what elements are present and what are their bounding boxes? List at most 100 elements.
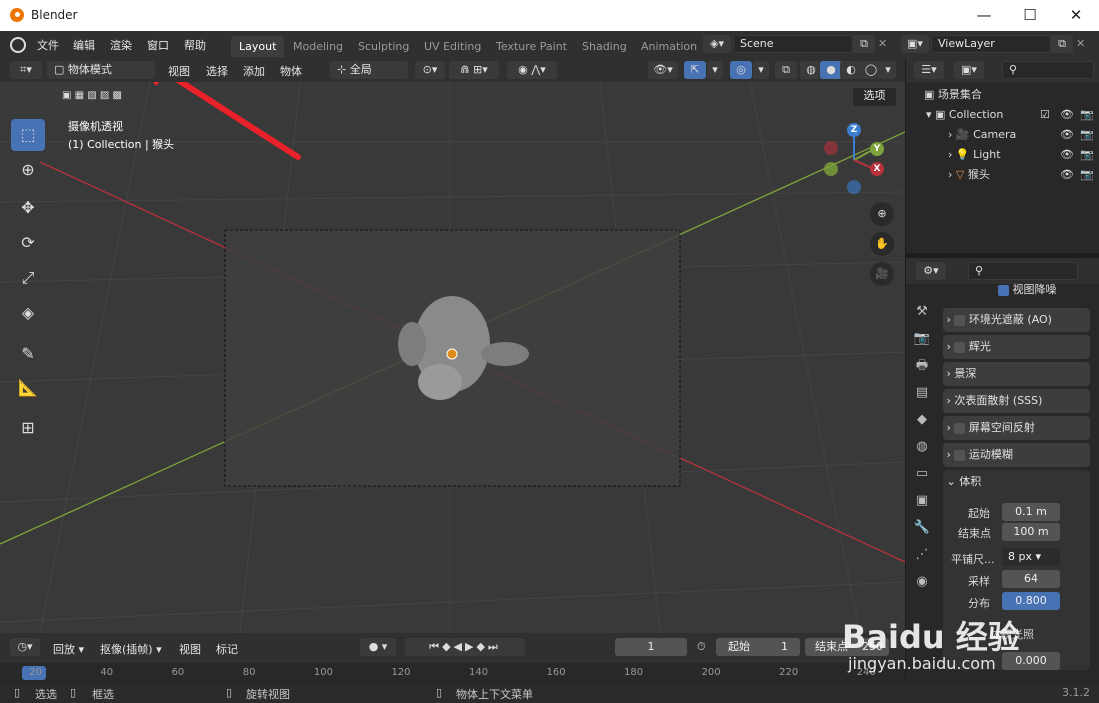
outliner-search-input[interactable]: ⚲	[1002, 61, 1094, 79]
visibility-icon[interactable]: 👁▾	[648, 61, 678, 79]
denoise-checkbox[interactable]: 视图降噪	[998, 281, 1057, 297]
select-box-tool[interactable]: ⬚	[11, 119, 45, 151]
outliner-item-light[interactable]: › 💡 Light 👁 📷	[948, 145, 1099, 165]
rendered-shading-icon[interactable]: ◯	[860, 61, 882, 79]
transform-tool[interactable]: ◈	[11, 297, 45, 329]
maximize-button[interactable]: ☐	[1007, 0, 1053, 31]
blender-menu-icon[interactable]	[10, 37, 26, 53]
mode-dropdown[interactable]: ▢ 物体模式	[47, 61, 155, 79]
gizmo-dropdown-icon[interactable]: ▾	[707, 61, 723, 79]
start-field[interactable]: 0.1 m	[1002, 503, 1060, 521]
scene-type-icon[interactable]: ◈▾	[703, 35, 731, 53]
tab-uv-editing[interactable]: UV Editing	[416, 36, 489, 57]
viewlayer-name-field[interactable]: ViewLayer	[931, 35, 1051, 53]
camera-view-icon[interactable]: 🎥	[870, 262, 894, 286]
shading-dropdown-icon[interactable]: ▾	[880, 61, 896, 79]
world-tab-icon[interactable]: ◍	[910, 433, 934, 460]
annotate-tool[interactable]: ✎	[11, 338, 45, 370]
eye-icon[interactable]: 👁	[1060, 145, 1074, 165]
overlay-toggle-icon[interactable]: ◎	[730, 61, 752, 79]
gizmo-toggle-icon[interactable]: ⇱	[684, 61, 706, 79]
camera-render-icon[interactable]: 📷	[1080, 125, 1094, 145]
panel-dof[interactable]: › 景深	[943, 362, 1090, 386]
new-scene-icon[interactable]: ⧉	[853, 35, 875, 53]
pivot-icon[interactable]: ⊙▾	[415, 61, 445, 79]
rotate-tool[interactable]: ⟳	[11, 227, 45, 259]
camera-render-icon[interactable]: 📷	[1080, 145, 1094, 165]
volumetrics-header[interactable]: ⌄ 体积	[943, 470, 1090, 494]
current-frame-field[interactable]: 1	[615, 638, 687, 656]
viewlayer-type-icon[interactable]: ▣▾	[901, 35, 929, 53]
particles-tab-icon[interactable]: ⋰	[910, 541, 934, 568]
header-menu-select[interactable]: 选择	[206, 63, 228, 79]
menu-window[interactable]: 窗口	[147, 37, 169, 53]
samples-field[interactable]: 64	[1002, 570, 1060, 588]
scale-tool[interactable]: ⤢	[11, 262, 45, 294]
outliner-item-suzanne[interactable]: › ▽ 猴头 👁 📷	[948, 165, 1099, 185]
wireframe-shading-icon[interactable]: ◍	[800, 61, 822, 79]
minimize-button[interactable]: —	[961, 0, 1007, 31]
keying-dropdown[interactable]: 抠像(插帧) ▾	[100, 641, 162, 657]
snap-icon[interactable]: ⋒ ⊞▾	[449, 61, 499, 79]
gizmo-y-axis[interactable]: Y	[870, 142, 884, 156]
solid-shading-icon[interactable]: ●	[820, 61, 842, 79]
scene-collection-row[interactable]: ▣ 场景集合	[924, 85, 982, 105]
properties-search-input[interactable]: ⚲	[968, 262, 1078, 280]
header-menu-object[interactable]: 物体	[280, 63, 302, 79]
checkbox-icon[interactable]: ☑	[1040, 105, 1050, 125]
render-tab-icon[interactable]: 📷	[910, 325, 934, 352]
tab-texture-paint[interactable]: Texture Paint	[488, 36, 575, 57]
menu-file[interactable]: 文件	[37, 37, 59, 53]
tab-layout[interactable]: Layout	[231, 36, 285, 57]
gizmo-neg-z-axis[interactable]	[847, 180, 861, 194]
tab-modeling[interactable]: Modeling	[285, 36, 351, 57]
remove-viewlayer-icon[interactable]: ✕	[1076, 37, 1085, 50]
remove-scene-icon[interactable]: ✕	[878, 37, 887, 50]
object-tab-icon[interactable]: ▣	[910, 487, 934, 514]
pan-hand-icon[interactable]: ✋	[870, 232, 894, 256]
tool-tab-icon[interactable]: ⚒	[910, 298, 934, 325]
modifier-tab-icon[interactable]: 🔧	[910, 514, 934, 541]
tab-sculpting[interactable]: Sculpting	[350, 36, 417, 57]
distribution-field[interactable]: 0.800	[1002, 592, 1060, 610]
collection-row[interactable]: ▾ ▣ Collection ☑ 👁 📷	[926, 105, 1099, 125]
menu-help[interactable]: 帮助	[184, 37, 206, 53]
menu-render[interactable]: 渲染	[110, 37, 132, 53]
eye-icon[interactable]: 👁	[1060, 105, 1074, 125]
properties-type-icon[interactable]: ⚙▾	[916, 262, 946, 280]
eye-icon[interactable]: 👁	[1060, 125, 1074, 145]
panel-ssr[interactable]: › 屏幕空间反射	[943, 416, 1090, 440]
editor-type-icon[interactable]: ⌗▾	[10, 61, 42, 79]
close-button[interactable]: ✕	[1053, 0, 1099, 31]
outliner-type-icon[interactable]: ☰▾	[914, 61, 944, 79]
scene-tab-icon[interactable]: ◆	[910, 406, 934, 433]
panel-ao[interactable]: › 环境光遮蔽 (AO)	[943, 308, 1090, 332]
gizmo-z-axis[interactable]: Z	[847, 123, 861, 137]
camera-render-icon[interactable]: 📷	[1080, 165, 1094, 185]
zoom-icon[interactable]: ⊕	[870, 202, 894, 226]
panel-motion-blur[interactable]: › 运动模糊	[943, 443, 1090, 467]
gizmo-neg-x-axis[interactable]	[824, 141, 838, 155]
header-menu-view[interactable]: 视图	[168, 63, 190, 79]
move-tool[interactable]: ✥	[11, 192, 45, 224]
timeline-type-icon[interactable]: ◷▾	[10, 638, 40, 656]
timeline-menu-view[interactable]: 视图	[179, 641, 201, 657]
camera-render-icon[interactable]: 📷	[1080, 105, 1094, 125]
proportional-edit-icon[interactable]: ◉ ⋀▾	[507, 61, 557, 79]
options-dropdown[interactable]: 选项	[852, 87, 897, 107]
menu-edit[interactable]: 编辑	[73, 37, 95, 53]
header-menu-add[interactable]: 添加	[243, 63, 265, 79]
measure-tool[interactable]: 📐	[11, 372, 45, 404]
physics-tab-icon[interactable]: ◉	[910, 568, 934, 595]
collection-tab-icon[interactable]: ▭	[910, 460, 934, 487]
gizmo-x-axis[interactable]: X	[870, 162, 884, 176]
output-tab-icon[interactable]: 🖶	[910, 352, 934, 379]
material-shading-icon[interactable]: ◐	[840, 61, 862, 79]
xray-icon[interactable]: ⧉	[775, 61, 797, 79]
display-mode-icon[interactable]: ▣▾	[954, 61, 984, 79]
outliner-item-camera[interactable]: › 🎥 Camera 👁 📷	[948, 125, 1099, 145]
panel-sss[interactable]: › 次表面散射 (SSS)	[943, 389, 1090, 413]
record-icon[interactable]: ● ▾	[360, 638, 396, 656]
3d-viewport[interactable]: ⬚ ⊕ ✥ ⟳ ⤢ ◈ ✎ 📐 ⊞ ▣ ▦ ▧ ▨ ▩ 选项 摄像机透视 (1)…	[0, 82, 905, 633]
timeline-menu-marker[interactable]: 标记	[216, 641, 238, 657]
